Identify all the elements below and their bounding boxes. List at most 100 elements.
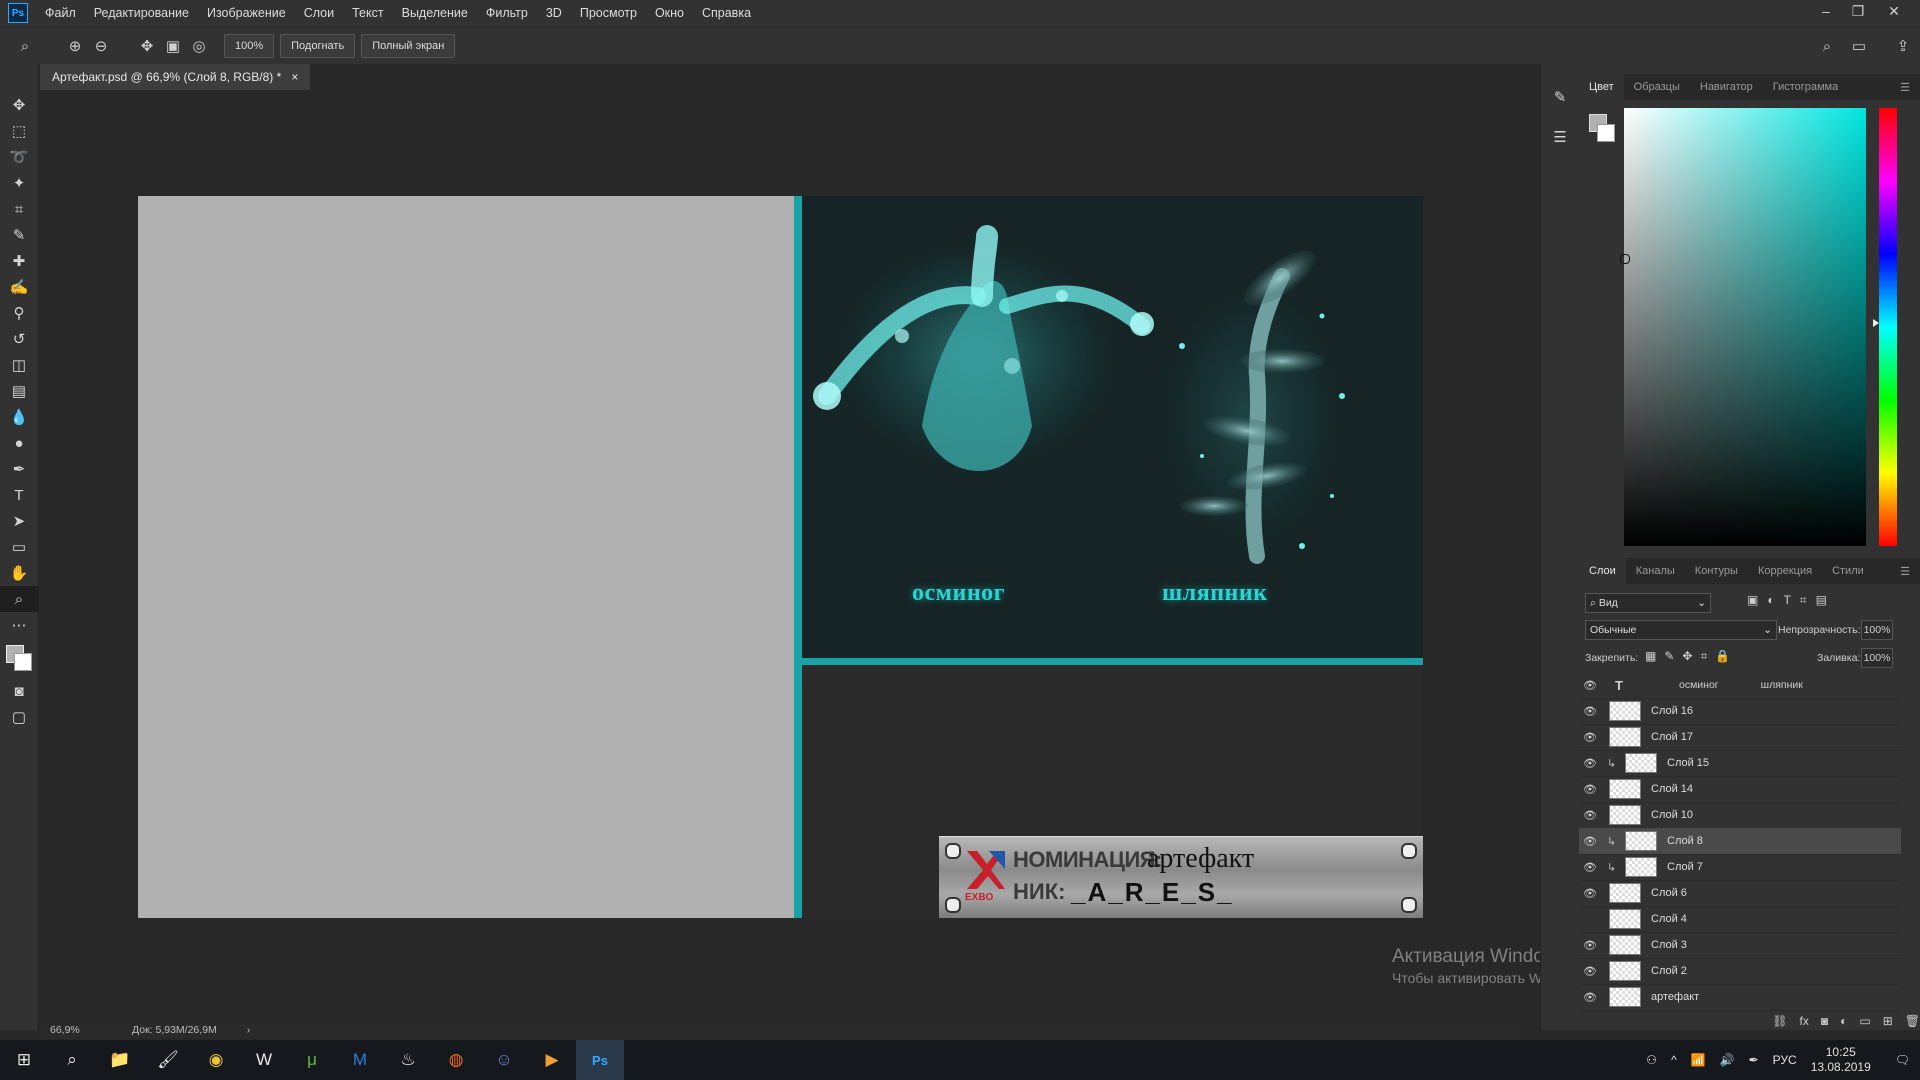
menu-window[interactable]: Окно	[646, 6, 693, 20]
menu-help[interactable]: Справка	[693, 6, 760, 20]
share-icon[interactable]: ⇪	[1892, 35, 1914, 57]
blend-mode-select[interactable]: Обычные ⌄	[1585, 620, 1777, 640]
brush-tool-icon[interactable]: ✍	[0, 274, 38, 300]
search-icon[interactable]: ⌕	[48, 1040, 96, 1080]
menu-3d[interactable]: 3D	[537, 6, 571, 20]
network-icon[interactable]: 📶	[1691, 1053, 1706, 1067]
path-selection-tool-icon[interactable]: ➤	[0, 508, 38, 534]
eye-icon[interactable]: 👁	[1579, 939, 1601, 952]
scrubby-zoom-icon[interactable]: ◎	[188, 35, 210, 57]
history-brush-tool-icon[interactable]: ↺	[0, 326, 38, 352]
status-zoom[interactable]: 66,9%	[50, 1024, 110, 1036]
lasso-tool-icon[interactable]: ➰	[0, 144, 38, 170]
zoom-tool-icon[interactable]: ⌕	[0, 586, 38, 612]
fill-input[interactable]: 100%	[1861, 648, 1893, 668]
rectangle-tool-icon[interactable]: ▭	[0, 534, 38, 560]
layer-row[interactable]: 👁 Слой 14	[1579, 776, 1901, 803]
eye-icon[interactable]: 👁	[1579, 861, 1601, 874]
brush-settings-icon[interactable]: ✎	[1541, 84, 1579, 110]
tab-styles[interactable]: Стили	[1822, 558, 1874, 584]
eye-icon[interactable]: 👁	[1579, 757, 1601, 770]
tab-adjustments[interactable]: Коррекция	[1748, 558, 1822, 584]
hue-slider[interactable]	[1873, 108, 1897, 546]
gradient-tool-icon[interactable]: ▤	[0, 378, 38, 404]
menu-layers[interactable]: Слои	[295, 6, 343, 20]
new-layer-icon[interactable]: ⊞	[1883, 1014, 1893, 1030]
menu-view[interactable]: Просмотр	[571, 6, 646, 20]
windows-start-icon[interactable]: ⊞	[0, 1040, 48, 1080]
menu-filter[interactable]: Фильтр	[477, 6, 537, 20]
magic-wand-tool-icon[interactable]: ✦	[0, 170, 38, 196]
eye-icon[interactable]: 👁	[1579, 705, 1601, 718]
lock-icons[interactable]: ▦✎✥⌗🔒	[1645, 649, 1738, 664]
layer-filter-icons[interactable]: ▣◐T⌗▤	[1747, 593, 1836, 608]
eye-icon[interactable]: 👁	[1579, 835, 1601, 848]
utorrent-icon[interactable]: μ	[288, 1040, 336, 1080]
screen-mode-icon[interactable]: ▢	[0, 704, 38, 730]
healing-brush-tool-icon[interactable]: ✚	[0, 248, 38, 274]
restore-button[interactable]: ❐	[1842, 0, 1874, 22]
layer-row[interactable]: 👁 Слой 16	[1579, 698, 1901, 725]
volume-icon[interactable]: 🔊	[1720, 1053, 1735, 1067]
close-button[interactable]: ✕	[1878, 0, 1910, 22]
wargaming-icon[interactable]: W	[240, 1040, 288, 1080]
tab-color[interactable]: Цвет	[1579, 74, 1624, 100]
adjustment-layer-icon[interactable]: ◐	[1840, 1014, 1847, 1030]
malwarebytes-icon[interactable]: M	[336, 1040, 384, 1080]
document-tab[interactable]: Артефакт.psd @ 66,9% (Слой 8, RGB/8) * ×	[40, 64, 311, 90]
layer-row[interactable]: 👁 Слой 17	[1579, 724, 1901, 751]
search-icon[interactable]: ⌕	[1816, 35, 1838, 57]
pen-tool-icon[interactable]: ✒	[0, 456, 38, 482]
color-picker-cursor[interactable]	[1620, 254, 1630, 264]
layer-row[interactable]: 👁 Слой 10	[1579, 802, 1901, 829]
quick-mask-icon[interactable]: ◙	[0, 678, 38, 704]
steam-icon[interactable]: ♨	[384, 1040, 432, 1080]
layer-row[interactable]: 👁 Слой 6	[1579, 880, 1901, 907]
eye-icon[interactable]: 👁	[1579, 809, 1601, 822]
move-tool-icon[interactable]: ✥	[0, 92, 38, 118]
eye-icon[interactable]: 👁	[1579, 991, 1601, 1004]
document-canvas[interactable]: осминог шляпник EXBO НОМИНАЦИЯ: артефакт…	[138, 196, 1423, 918]
eyedropper-tool-icon[interactable]: ✎	[0, 222, 38, 248]
people-icon[interactable]: ⚇	[1646, 1053, 1657, 1067]
marquee-tool-icon[interactable]: ⬚	[0, 118, 38, 144]
eye-icon[interactable]: 👁	[1579, 965, 1601, 978]
close-tab-icon[interactable]: ×	[291, 70, 298, 84]
layer-row[interactable]: 👁 Слой 2	[1579, 958, 1901, 985]
trash-icon[interactable]: 🗑	[1905, 1014, 1920, 1030]
zoom-100-button[interactable]: 100%	[224, 34, 275, 58]
opacity-input[interactable]: 100%	[1861, 620, 1893, 640]
layer-mask-icon[interactable]: ◙	[1821, 1014, 1828, 1030]
fx-icon[interactable]: fx	[1800, 1014, 1809, 1030]
zoom-out-icon[interactable]: ⊖	[90, 35, 112, 57]
menu-text[interactable]: Текст	[343, 6, 392, 20]
menu-file[interactable]: Файл	[36, 6, 85, 20]
link-layers-icon[interactable]: ⛓	[1772, 1014, 1787, 1030]
layer-row[interactable]: Слой 4	[1579, 906, 1901, 933]
tab-layers[interactable]: Слои	[1579, 558, 1626, 584]
adjustments-icon[interactable]: ☰	[1541, 124, 1579, 150]
zoom-all-windows-icon[interactable]: ▣	[162, 35, 184, 57]
minimize-button[interactable]: –	[1810, 0, 1842, 22]
tab-swatches[interactable]: Образцы	[1624, 74, 1690, 100]
layer-row[interactable]: 👁 ↳ Слой 7	[1579, 854, 1901, 881]
photoshop-icon[interactable]: Ps	[576, 1040, 624, 1080]
clock[interactable]: 10:25 13.08.2019	[1811, 1045, 1871, 1075]
panel-menu-icon[interactable]: ☰	[1890, 558, 1920, 584]
origin-icon[interactable]: ◍	[432, 1040, 480, 1080]
color-swatches-icon[interactable]	[1589, 114, 1617, 144]
dodge-tool-icon[interactable]: ●	[0, 430, 38, 456]
menu-image[interactable]: Изображение	[198, 6, 295, 20]
chevron-up-icon[interactable]: ^	[1671, 1053, 1677, 1067]
fill-screen-button[interactable]: Полный экран	[361, 34, 456, 58]
resize-windows-icon[interactable]: ✥	[136, 35, 158, 57]
eye-icon[interactable]: 👁	[1579, 731, 1601, 744]
workspace-icon[interactable]: ▭	[1848, 35, 1870, 57]
new-group-icon[interactable]: ▭	[1859, 1014, 1870, 1030]
layer-row[interactable]: 👁 ↳ Слой 8	[1579, 828, 1901, 855]
fit-screen-button[interactable]: Подогнать	[280, 34, 356, 58]
layer-row[interactable]: 👁 артефакт	[1579, 984, 1901, 1011]
hue-slider-handle[interactable]	[1873, 319, 1879, 327]
crop-tool-icon[interactable]: ⌗	[0, 196, 38, 222]
clone-stamp-tool-icon[interactable]: ⚲	[0, 300, 38, 326]
